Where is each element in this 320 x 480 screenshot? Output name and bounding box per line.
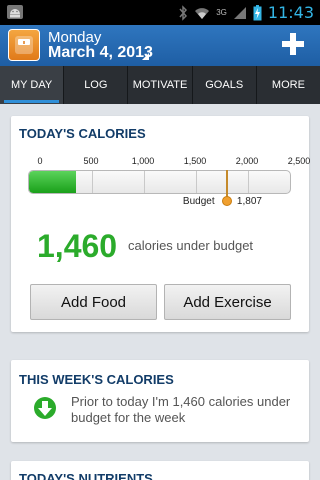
todays-nutrients-card[interactable]: TODAY'S NUTRIENTS	[11, 461, 309, 480]
scale-segment-divider	[248, 171, 249, 193]
network-type: 3G	[216, 8, 227, 17]
signal-icon	[233, 6, 247, 20]
bluetooth-icon	[178, 4, 188, 21]
calorie-progress-fill	[29, 171, 77, 193]
tab-label: MY DAY	[11, 79, 53, 91]
status-bar: 3G 11:43	[0, 0, 320, 25]
scale-tick-label: 1,500	[183, 156, 207, 166]
calories-under-text: calories under budget	[128, 238, 254, 253]
tab-bar: MY DAY LOG MOTIVATE GOALS MORE	[0, 66, 320, 104]
card-title: TODAY'S CALORIES	[19, 126, 146, 141]
clock: 11:43	[267, 3, 314, 22]
todays-calories-card: TODAY'S CALORIES 0 500 1,000 1,500 2,000 2,50…	[11, 116, 311, 332]
budget-marker-dot	[221, 196, 232, 206]
android-icon	[7, 5, 23, 19]
calories-under-number: 1,460	[37, 228, 118, 264]
budget-label: Budget	[182, 196, 215, 207]
scale-tick-label: 1,000	[131, 156, 155, 166]
card-title: TODAY'S NUTRIENTS	[19, 471, 153, 480]
scale-segment-divider	[144, 171, 145, 193]
scale-logo-icon[interactable]	[8, 29, 40, 61]
weeks-calories-card[interactable]: THIS WEEK'S CALORIES Prior to today I'm …	[11, 360, 309, 442]
tab-label: MORE	[271, 79, 305, 91]
tab-label: MOTIVATE	[132, 79, 188, 91]
header-date[interactable]: March 4, 2013	[48, 44, 153, 62]
tab-label: GOALS	[205, 79, 244, 91]
add-food-button[interactable]: Add Food	[30, 284, 157, 320]
scale-tick-label: 2,500	[287, 156, 311, 166]
tab-label: LOG	[84, 79, 108, 91]
tab-goals[interactable]: GOALS	[193, 66, 257, 104]
tab-more[interactable]: MORE	[257, 66, 320, 104]
battery-charging-icon	[253, 4, 262, 21]
date-dropdown-icon[interactable]	[142, 53, 149, 60]
card-title: THIS WEEK'S CALORIES	[19, 372, 174, 387]
scale-tick-label: 500	[83, 156, 99, 166]
plus-icon[interactable]	[280, 31, 306, 57]
tab-log[interactable]: LOG	[64, 66, 129, 104]
down-arrow-circle-icon	[34, 397, 56, 419]
scale-tick-label: 2,000	[235, 156, 259, 166]
add-exercise-button[interactable]: Add Exercise	[164, 284, 291, 320]
scale-segment-divider	[92, 171, 93, 193]
tab-my-day[interactable]: MY DAY	[0, 66, 65, 104]
scale-segment-divider	[196, 171, 197, 193]
calorie-progress-bar	[28, 170, 291, 194]
weeks-calories-message: Prior to today I'm 1,460 calories under …	[71, 394, 291, 425]
budget-value: 1,807	[236, 196, 262, 207]
scale-tick-label: 0	[37, 156, 43, 166]
tab-motivate[interactable]: MOTIVATE	[128, 66, 193, 104]
app-header: Monday March 4, 2013	[0, 25, 320, 66]
wifi-icon	[194, 6, 210, 20]
calorie-scale-ticks: 0 500 1,000 1,500 2,000 2,500	[11, 156, 311, 168]
